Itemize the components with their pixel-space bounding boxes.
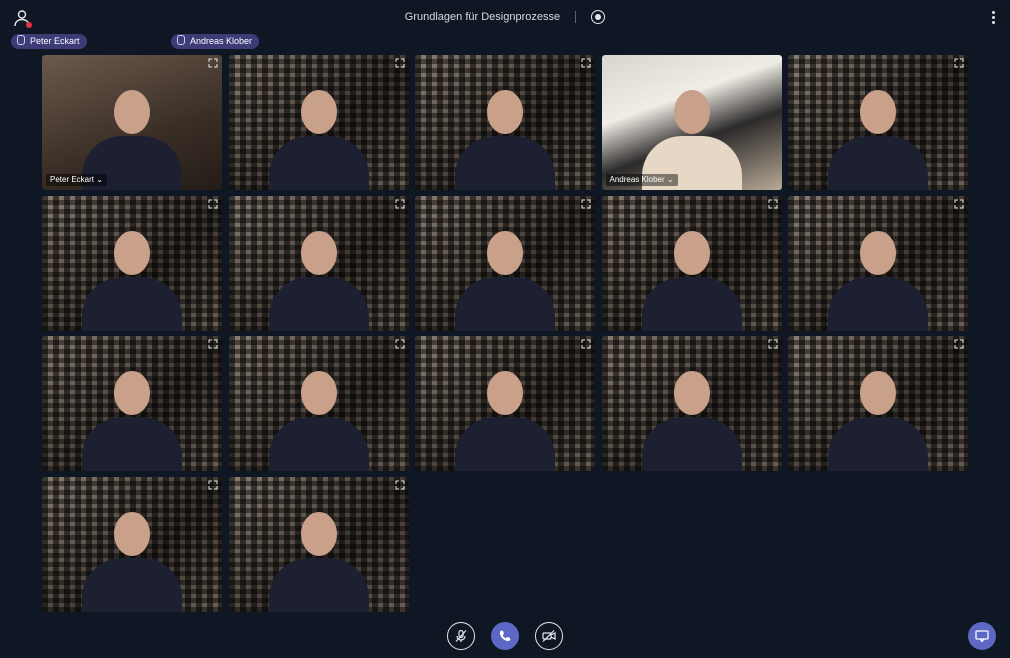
video-tile[interactable]: Andreas Klober ⌄ (601, 55, 782, 190)
participant-name: Peter Eckart ⌄ (46, 174, 107, 186)
phone-icon[interactable] (491, 622, 519, 650)
participant-video (818, 221, 938, 331)
expand-icon[interactable] (768, 199, 778, 209)
participant-name: Andreas Klober ⌄ (605, 174, 678, 186)
expand-icon[interactable] (768, 58, 778, 68)
expand-icon[interactable] (581, 199, 591, 209)
participant-video (72, 502, 192, 612)
mic-icon (177, 35, 185, 45)
video-tile[interactable] (42, 195, 222, 331)
expand-icon[interactable] (395, 199, 405, 209)
video-tile[interactable] (788, 195, 968, 331)
speaker-chip[interactable]: Andreas Klober (171, 34, 260, 49)
video-tile[interactable] (415, 55, 595, 190)
speaker-name: Andreas Klober (190, 36, 253, 46)
expand-icon[interactable] (395, 339, 405, 349)
expand-icon[interactable] (581, 58, 591, 68)
expand-icon[interactable] (208, 480, 218, 490)
expand-icon[interactable] (208, 199, 218, 209)
video-tile[interactable]: Peter Eckart ⌄ (42, 55, 222, 190)
expand-icon[interactable] (581, 339, 591, 349)
participant-video (445, 221, 565, 331)
expand-icon[interactable] (395, 480, 405, 490)
video-tile[interactable] (415, 336, 595, 471)
record-icon[interactable] (591, 10, 606, 24)
video-tile[interactable] (228, 336, 409, 471)
expand-icon[interactable] (954, 58, 964, 68)
meeting-title: Grundlagen für Designprozesse (404, 10, 561, 23)
video-tile[interactable] (415, 195, 595, 331)
participant-video (445, 80, 565, 190)
expand-icon[interactable] (208, 339, 218, 349)
chat-icon[interactable] (968, 622, 996, 650)
expand-icon[interactable] (954, 199, 964, 209)
participant-video (259, 502, 379, 612)
video-tile[interactable] (601, 336, 782, 471)
video-tile[interactable] (788, 336, 968, 471)
speaker-name: Peter Eckart (30, 36, 80, 46)
participant-video (632, 361, 752, 471)
speaker-chip[interactable]: Peter Eckart (11, 34, 87, 49)
video-tile[interactable] (42, 476, 222, 612)
mic-off-icon[interactable] (446, 622, 475, 650)
participant-video (259, 221, 379, 331)
participant-video (818, 361, 938, 471)
video-tile[interactable] (228, 476, 409, 612)
video-tile[interactable] (601, 195, 782, 331)
expand-icon[interactable] (208, 58, 218, 68)
expand-icon[interactable] (768, 339, 778, 349)
kebab-menu-icon[interactable] (992, 11, 996, 25)
call-controls (0, 622, 1010, 652)
participant-video (818, 80, 938, 190)
title-area: Grundlagen für Designprozesse (0, 10, 1010, 24)
participant-video (632, 221, 752, 331)
video-tile[interactable] (42, 336, 222, 471)
participant-video (259, 361, 379, 471)
participant-video (72, 361, 192, 471)
video-tile[interactable] (228, 55, 409, 190)
mic-icon (17, 35, 25, 45)
participant-video (445, 361, 565, 471)
title-divider (575, 11, 577, 23)
participant-video (72, 221, 192, 331)
video-tile[interactable] (788, 55, 968, 190)
video-tile[interactable] (228, 195, 409, 331)
participant-video (259, 80, 379, 190)
expand-icon[interactable] (954, 339, 964, 349)
top-bar: Grundlagen für Designprozesse (0, 0, 1010, 34)
camera-off-icon[interactable] (535, 622, 564, 650)
expand-icon[interactable] (395, 58, 405, 68)
